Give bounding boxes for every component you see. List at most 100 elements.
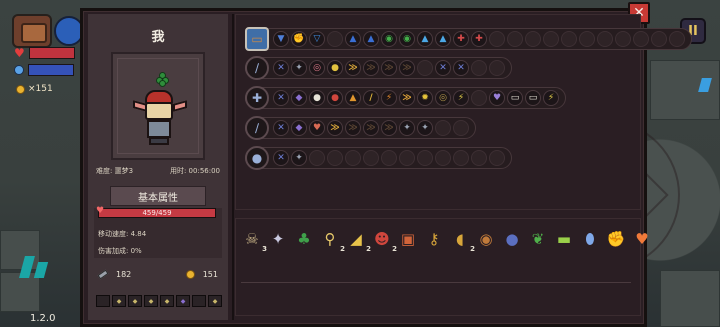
- cheese-icon[interactable]: ◢ 2: [345, 228, 371, 253]
- empty-rune-icon[interactable]: ≫: [381, 120, 397, 136]
- yellow-fist-icon[interactable]: ✊: [605, 228, 627, 250]
- empty-slot: [453, 150, 469, 166]
- mini-slot[interactable]: ◆: [208, 295, 222, 307]
- green-bone-icon[interactable]: ▬: [553, 228, 575, 250]
- mini-slot[interactable]: ◆: [144, 295, 158, 307]
- heart-bow-icon[interactable]: ♥: [309, 120, 325, 136]
- red-cross-icon[interactable]: ✚: [453, 31, 469, 47]
- blue-flame-icon[interactable]: ▲: [435, 31, 451, 47]
- empty-rune-icon[interactable]: ≫: [363, 60, 379, 76]
- blue-hat-icon[interactable]: ▲: [363, 31, 379, 47]
- white-book-icon[interactable]: ▭: [525, 90, 541, 106]
- pink-target-icon[interactable]: ◎: [309, 60, 325, 76]
- red-fist-icon[interactable]: ✊: [291, 31, 307, 47]
- crossed-blades-icon[interactable]: ✕: [273, 60, 289, 76]
- bolt-card-icon[interactable]: ⚡: [543, 90, 559, 106]
- empty-slot: [543, 31, 559, 47]
- mini-slot[interactable]: ◆: [128, 295, 142, 307]
- crossed-blades-icon[interactable]: ✕: [453, 60, 469, 76]
- white-bird-icon[interactable]: ✦: [267, 228, 289, 250]
- empty-rune-icon[interactable]: ≫: [363, 120, 379, 136]
- empty-slot: [435, 150, 451, 166]
- empty-rune-icon[interactable]: ≫: [399, 60, 415, 76]
- empty-rune-icon[interactable]: ≫: [381, 60, 397, 76]
- gray-gear-icon[interactable]: ✦: [291, 60, 307, 76]
- blue-egg-icon[interactable]: ⬮: [579, 228, 601, 250]
- scroll-icon[interactable]: ▣: [397, 228, 419, 250]
- white-glove-icon[interactable]: ●: [309, 90, 325, 106]
- mini-slot[interactable]: [192, 295, 206, 307]
- green-swirl-icon[interactable]: ◉: [381, 31, 397, 47]
- gold-sword-icon[interactable]: ∕: [363, 90, 379, 106]
- orange-bolt-icon[interactable]: ⚡: [381, 90, 397, 106]
- gray-gear-icon[interactable]: ✦: [399, 120, 415, 136]
- wing-icon[interactable]: ≫: [345, 60, 361, 76]
- empty-rune-icon[interactable]: ≫: [345, 120, 361, 136]
- wand-icon[interactable]: ∕: [245, 56, 269, 80]
- clover-icon[interactable]: ♣: [293, 228, 315, 250]
- purple-bird-icon[interactable]: ◆: [291, 90, 307, 106]
- empty-slot: [327, 31, 343, 47]
- empty-slot: [471, 150, 487, 166]
- chest-icon[interactable]: ▭: [245, 27, 269, 51]
- crossed-blades-icon[interactable]: ✕: [435, 60, 451, 76]
- tab-basic-attributes[interactable]: 基本属性: [110, 186, 206, 206]
- blue-egg-glyph: ⬮: [585, 229, 595, 248]
- crossed-blades-icon[interactable]: ✕: [273, 120, 289, 136]
- white-book-icon[interactable]: ▭: [507, 90, 523, 106]
- orange-heart-glyph: ♥: [635, 229, 649, 248]
- wing-icon[interactable]: ≫: [327, 120, 343, 136]
- mini-slot[interactable]: ◆: [160, 295, 174, 307]
- red-cross-icon[interactable]: ✚: [471, 31, 487, 47]
- mini-slot[interactable]: [96, 295, 110, 307]
- crossed-blades-icon[interactable]: ✕: [273, 90, 289, 106]
- mini-slot[interactable]: ◆: [112, 295, 126, 307]
- skull-icon[interactable]: ☠ 3: [241, 228, 267, 253]
- clover-glyph: ♣: [297, 229, 311, 248]
- green-swirl-icon[interactable]: ◉: [399, 31, 415, 47]
- lightning-icon[interactable]: ⚡: [453, 90, 469, 106]
- purple-heart-icon[interactable]: ♥: [489, 90, 505, 106]
- hp-row: ♥: [14, 47, 75, 59]
- blue-flame-icon[interactable]: ▲: [417, 31, 433, 47]
- blue-triangle-icon[interactable]: ▼: [273, 31, 289, 47]
- arrows-icon[interactable]: ≫: [399, 90, 415, 106]
- chest-hud-icon[interactable]: [12, 14, 52, 48]
- bread-icon[interactable]: ◖ 2: [449, 228, 475, 253]
- blue-hat-icon[interactable]: ▲: [345, 31, 361, 47]
- sun-icon[interactable]: ✹: [417, 90, 433, 106]
- orange-heart-icon[interactable]: ♥: [631, 228, 653, 250]
- demon-mask-icon[interactable]: ☻ 2: [371, 228, 397, 253]
- magnifier-icon[interactable]: ⚲ 2: [319, 228, 346, 253]
- character-ear: [173, 100, 187, 112]
- character-portrait: [111, 52, 205, 160]
- ring-icon[interactable]: ◎: [435, 90, 451, 106]
- empty-slot: [381, 150, 397, 166]
- hammer-icon[interactable]: ◉: [475, 228, 497, 250]
- key-icon[interactable]: ⚷: [423, 228, 445, 250]
- empty-slot: [417, 60, 433, 76]
- empty-slot: [489, 60, 505, 76]
- mace-icon[interactable]: ●: [245, 146, 269, 170]
- dark-wand-icon[interactable]: ∕: [245, 116, 269, 140]
- hp-stat-value: 459/459: [142, 209, 172, 217]
- coin-count: 151: [185, 270, 218, 279]
- coin-icon: [16, 84, 25, 94]
- clover-icon: [156, 72, 170, 87]
- yellow-orb-icon[interactable]: ●: [327, 60, 343, 76]
- red-bomb-icon[interactable]: ●: [327, 90, 343, 106]
- dark-orb-icon[interactable]: ●: [501, 228, 523, 250]
- purple-bird-icon[interactable]: ◆: [291, 120, 307, 136]
- gray-gear-icon[interactable]: ✦: [291, 150, 307, 166]
- green-leaf-icon[interactable]: ❦: [527, 228, 549, 250]
- empty-slot: [579, 31, 595, 47]
- staff-icon[interactable]: ✚: [245, 86, 269, 110]
- crossed-blades-icon[interactable]: ✕: [273, 150, 289, 166]
- gray-gear-icon[interactable]: ✦: [417, 120, 433, 136]
- empty-slot: [435, 120, 451, 136]
- mini-slot[interactable]: ◆: [176, 295, 190, 307]
- floor-tile: [0, 230, 40, 270]
- difficulty-label: 难度: 噩梦3: [96, 167, 134, 175]
- fire-icon[interactable]: ▲: [345, 90, 361, 106]
- blue-tri-icon[interactable]: ▽: [309, 31, 325, 47]
